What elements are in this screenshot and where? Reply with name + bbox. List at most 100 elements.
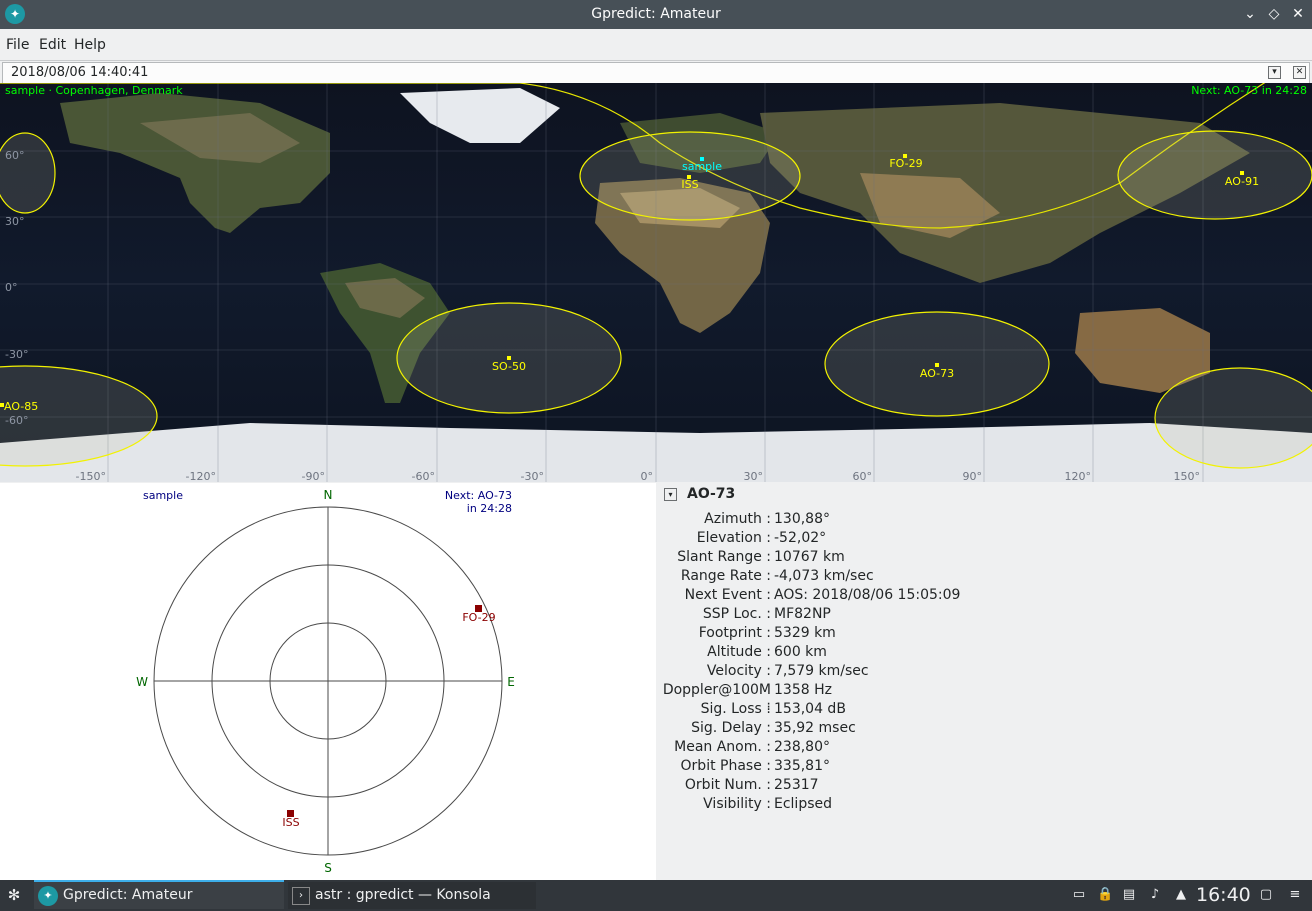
show-desktop-icon[interactable]: ▢ xyxy=(1258,887,1274,903)
satellite-info-panel: ▾ AO-73 Azimuth :130,88° Elevation : -52,0… xyxy=(656,483,1312,880)
info-value: 238,80° xyxy=(774,739,830,755)
info-label: Range Rate : xyxy=(680,568,771,584)
time-value: 2018/08/06 14:40:41 xyxy=(11,65,149,80)
info-value: AOS: 2018/08/06 15:05:09 xyxy=(774,587,961,603)
iss-label: ISS xyxy=(282,816,299,829)
title-bar: ✦ Gpredict: Amateur ⌄ ◇ ✕ xyxy=(0,0,1312,29)
compass-east: E xyxy=(507,675,515,689)
ground-station-label: sample xyxy=(682,160,722,173)
gpredict-task-icon: ✦ xyxy=(38,886,58,906)
menu-file[interactable]: File xyxy=(6,37,29,53)
info-value: 335,81° xyxy=(774,758,830,774)
world-map-view[interactable]: 60° 30° 0° -30° -60° -150° -120° -90° -6… xyxy=(0,83,1312,482)
minimize-icon[interactable]: ⌄ xyxy=(1241,5,1259,23)
window-title: Gpredict: Amateur xyxy=(591,6,721,22)
lon-label: 30° xyxy=(744,470,764,482)
polar-qth-label: sample xyxy=(143,489,183,502)
info-label: Sig. Delay : xyxy=(691,720,771,736)
sat-label-ao73: AO-73 xyxy=(920,367,954,380)
info-label: Sig. Loss : xyxy=(700,701,771,717)
info-value: 1358 Hz xyxy=(774,682,832,698)
maximize-icon[interactable]: ◇ xyxy=(1265,5,1283,23)
sat-label-fo29: FO-29 xyxy=(889,157,922,170)
info-value: -4,073 km/sec xyxy=(774,568,874,584)
info-value: 35,92 msec xyxy=(774,720,856,736)
menu-edit[interactable]: Edit xyxy=(39,37,66,53)
info-label: Footprint : xyxy=(698,625,771,641)
kde-launcher-icon[interactable]: ✻ xyxy=(6,887,22,903)
clipboard-icon[interactable]: ▤ xyxy=(1121,887,1137,903)
info-value: 7,579 km/sec xyxy=(774,663,869,679)
time-bar: 2018/08/06 14:40:41 ▾ ✕ xyxy=(0,60,1312,84)
lon-label: -60° xyxy=(412,470,435,482)
info-label: SSP Loc. : xyxy=(702,606,771,622)
info-options-icon[interactable]: ▾ xyxy=(664,488,677,501)
info-label: Altitude : xyxy=(707,644,771,660)
volume-icon[interactable]: ♪ xyxy=(1147,887,1163,903)
info-label: Visibility : xyxy=(703,796,771,812)
info-value: 10767 km xyxy=(774,549,845,565)
info-label: Azimuth : xyxy=(704,511,771,527)
fo29-label: FO-29 xyxy=(462,611,495,624)
info-value: -52,02° xyxy=(774,530,827,546)
info-label: Orbit Phase : xyxy=(680,758,771,774)
menu-help[interactable]: Help xyxy=(74,37,106,53)
task-gpredict-label: Gpredict: Amateur xyxy=(63,887,193,903)
info-value: 25317 xyxy=(774,777,819,793)
sat-label-ao85: AO-85 xyxy=(4,400,38,413)
info-label: Elevation : xyxy=(696,530,771,546)
sat-label-so50: SO-50 xyxy=(492,360,526,373)
polar-next-line1: Next: AO-73 xyxy=(445,489,512,502)
lat-label: -60° xyxy=(5,414,28,427)
sat-label-ao91: AO-91 xyxy=(1225,175,1259,188)
info-value: Eclipsed xyxy=(774,796,833,812)
lon-label: 150° xyxy=(1174,470,1201,482)
konsole-task-icon: › xyxy=(292,887,310,905)
polar-next-line2: in 24:28 xyxy=(467,502,512,515)
info-label: Mean Anom. : xyxy=(674,739,771,755)
lat-label: -30° xyxy=(5,348,28,361)
info-header: ▾ AO-73 xyxy=(664,486,735,502)
polar-grid xyxy=(153,506,503,856)
lon-label: 60° xyxy=(853,470,873,482)
lon-label: 90° xyxy=(963,470,983,482)
panel-menu-icon[interactable]: ≡ xyxy=(1287,887,1303,903)
tray-expand-icon[interactable]: ▲ xyxy=(1173,887,1189,903)
info-satellite-name: AO-73 xyxy=(687,486,736,502)
compass-north: N xyxy=(324,488,333,502)
lat-label: 30° xyxy=(5,215,25,228)
world-map-canvas: 60° 30° 0° -30° -60° -150° -120° -90° -6… xyxy=(0,83,1312,482)
info-label: Orbit Num. : xyxy=(684,777,771,793)
lock-icon[interactable]: 🔒 xyxy=(1097,887,1113,903)
module-close-icon[interactable]: ✕ xyxy=(1293,66,1306,79)
lon-label: 0° xyxy=(641,470,654,482)
task-konsole-label: astr : gpredict — Konsola xyxy=(315,887,491,903)
display-icon[interactable]: ▭ xyxy=(1071,887,1087,903)
close-icon[interactable]: ✕ xyxy=(1289,5,1307,23)
polar-plot: N S E W FO-29 ISS sample Next: AO-73 in … xyxy=(136,488,515,875)
info-value: MF82NP xyxy=(774,606,831,622)
time-display: 2018/08/06 14:40:41 ▾ ✕ xyxy=(2,62,1310,84)
module-options-icon[interactable]: ▾ xyxy=(1268,66,1281,79)
info-label: Velocity : xyxy=(706,663,771,679)
taskbar: ✻ ✦ Gpredict: Amateur › astr : gpredict … xyxy=(0,880,1312,911)
lon-label: -120° xyxy=(186,470,216,482)
info-value: 130,88° xyxy=(774,511,830,527)
lat-label: 60° xyxy=(5,149,25,162)
sat-label-iss: ISS xyxy=(681,178,698,191)
map-next-event-label: Next: AO-73 in 24:28 xyxy=(1191,84,1307,97)
task-konsole[interactable]: › astr : gpredict — Konsola xyxy=(288,882,536,909)
lon-label: -150° xyxy=(76,470,106,482)
lon-label: 120° xyxy=(1065,470,1092,482)
clock[interactable]: 16:40 xyxy=(1196,884,1251,906)
compass-south: S xyxy=(324,861,332,875)
map-location-label: sample · Copenhagen, Denmark xyxy=(5,84,183,97)
task-gpredict[interactable]: ✦ Gpredict: Amateur xyxy=(34,882,284,909)
info-label: Next Event : xyxy=(684,587,771,603)
menu-bar: File Edit Help xyxy=(0,29,1312,60)
compass-west: W xyxy=(136,675,148,689)
info-value: 5329 km xyxy=(774,625,836,641)
info-label: Slant Range : xyxy=(677,549,771,565)
info-value: 153,04 dB xyxy=(774,701,846,717)
polar-view[interactable]: N S E W FO-29 ISS sample Next: AO-73 in … xyxy=(0,483,656,880)
